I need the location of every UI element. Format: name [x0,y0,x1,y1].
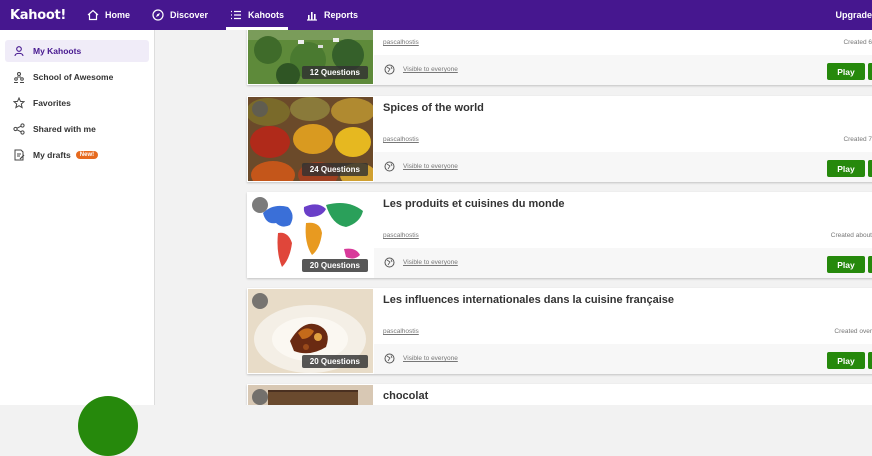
home-icon [87,9,99,21]
kahoot-thumbnail [248,385,373,405]
author-link[interactable]: pascalhostis [383,136,419,143]
visibility-label: Visible to everyone [403,66,458,73]
sidebar-item-label: Favorites [33,98,71,108]
kahoot-title[interactable]: Spices of the world [383,102,484,114]
kahoot-card[interactable]: 24 Questions Spices of the world pascalh… [247,96,872,182]
kahoot-thumbnail: 24 Questions [248,97,373,181]
kahoot-card[interactable]: 20 Questions Les influences internationa… [247,288,872,374]
kahoot-thumbnail: 20 Questions [248,289,373,373]
more-options-button[interactable] [868,352,872,369]
sidebar-item-label: My drafts [33,150,71,160]
created-date: Created over [834,328,872,335]
visibility-label: Visible to everyone [403,355,458,362]
nav-discover[interactable]: Discover [152,0,208,30]
kahoot-title[interactable]: Les influences internationales dans la c… [383,294,674,306]
nav-home[interactable]: Home [87,0,130,30]
question-count: 20 Questions [301,355,368,368]
list-icon [231,10,242,20]
kahoot-thumbnail: 12 Questions [248,30,373,84]
more-options-button[interactable] [868,63,872,80]
play-button[interactable]: Play [827,160,865,177]
checkmark-icon[interactable] [252,197,268,213]
sidebar-item-favorites[interactable]: Favorites [5,92,149,114]
nav-home-label: Home [105,10,131,20]
new-badge: New! [75,151,99,159]
more-options-button[interactable] [868,160,872,177]
nav-kahoots-label: Kahoots [248,10,285,20]
globe-icon [384,64,395,75]
user-icon [14,46,24,57]
sidebar-item-my-drafts[interactable]: My drafts New! [5,144,149,166]
card-footer: Visible to everyone Play [374,248,872,278]
visibility-label: Visible to everyone [403,259,458,266]
team-icon [14,72,24,83]
kahoot-title[interactable]: Les produits et cuisines du monde [383,198,565,210]
question-count: 20 Questions [301,259,368,272]
card-footer: Visible to everyone Play [374,152,872,182]
question-count: 12 Questions [301,66,368,79]
created-date: Created 7 [843,136,872,143]
checkmark-icon[interactable] [252,101,268,117]
created-date: Created 6 [843,39,872,46]
top-navigation-bar: Kahoot! Home Discover Kahoots Reports Up… [0,0,872,30]
checkmark-icon[interactable] [252,293,268,309]
created-date: Created about [830,232,872,239]
visibility[interactable]: Visible to everyone [384,257,458,268]
star-icon [13,97,25,109]
kahoot-logo[interactable]: Kahoot! [10,8,66,23]
kahoot-title[interactable]: chocolat [383,390,428,402]
sidebar-item-my-kahoots[interactable]: My Kahoots [5,40,149,62]
visibility[interactable]: Visible to everyone [384,353,458,364]
help-button[interactable] [78,396,138,456]
checkmark-icon[interactable] [252,389,268,405]
sidebar-item-label: School of Awesome [33,72,114,82]
play-button[interactable]: Play [827,352,865,369]
author-link[interactable]: pascalhostis [383,232,419,239]
visibility[interactable]: Visible to everyone [384,64,458,75]
more-options-button[interactable] [868,256,872,273]
upgrade-button[interactable]: Upgrade [835,0,872,30]
play-button[interactable]: Play [827,256,865,273]
author-link[interactable]: pascalhostis [383,328,419,335]
nav-kahoots[interactable]: Kahoots [226,0,289,30]
kahoot-list: 12 Questions pascalhostis Created 6 Visi… [155,30,872,405]
visibility-label: Visible to everyone [403,163,458,170]
visibility[interactable]: Visible to everyone [384,161,458,172]
nav-discover-label: Discover [170,10,209,20]
kahoot-card[interactable]: chocolat [247,384,872,405]
card-footer: Visible to everyone Play [374,55,872,85]
globe-icon [384,161,395,172]
kahoot-card[interactable]: 20 Questions Les produits et cuisines du… [247,192,872,278]
globe-icon [384,353,395,364]
compass-icon [152,9,164,21]
author-link[interactable]: pascalhostis [383,39,419,46]
nav-reports[interactable]: Reports [306,0,358,30]
sidebar-item-label: My Kahoots [33,46,82,56]
sidebar-item-label: Shared with me [33,124,96,134]
card-footer: Visible to everyone Play [374,344,872,374]
sidebar: My Kahoots School of Awesome Favorites S… [0,30,155,456]
kahoot-card[interactable]: 12 Questions pascalhostis Created 6 Visi… [247,30,872,85]
share-icon [13,123,25,135]
globe-icon [384,257,395,268]
sidebar-item-school-of-awesome[interactable]: School of Awesome [5,66,149,88]
bar-chart-icon [307,12,318,21]
kahoot-thumbnail: 20 Questions [248,193,373,277]
nav-reports-label: Reports [324,10,359,20]
play-button[interactable]: Play [827,63,865,80]
question-count: 24 Questions [301,163,368,176]
sidebar-item-shared-with-me[interactable]: Shared with me [5,118,149,140]
drafts-icon [14,149,25,161]
